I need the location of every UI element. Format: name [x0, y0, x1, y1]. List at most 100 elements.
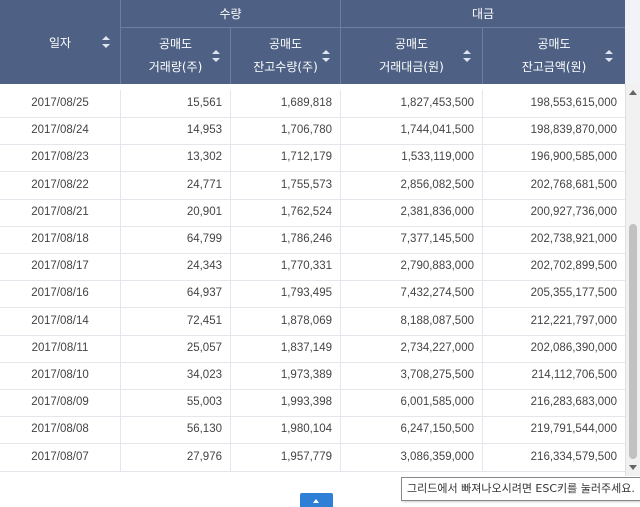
short-selling-grid[interactable]: 일자 수량 대금 공매도 거래량(주) 공매도 잔고수량(주) 공매도 거래대금…: [0, 0, 640, 476]
cell-balance-qty: 1,712,179: [231, 144, 341, 172]
scrollbar-thumb[interactable]: [629, 224, 637, 459]
column-group-amount: 대금: [341, 0, 625, 28]
keyboard-hint-tooltip: 그리드에서 빠져나오시려면 ESC키를 눌러주세요.: [401, 477, 640, 501]
sort-icon[interactable]: [322, 50, 330, 62]
sort-icon[interactable]: [605, 50, 613, 62]
column-header-balance-amount[interactable]: 공매도 잔고금액(원): [483, 28, 625, 84]
cell-balance-amount: 212,221,797,000: [530, 314, 617, 327]
table-row[interactable]: 2017/08/22 24,771 1,755,573 2,856,082,500 20…: [0, 171, 625, 200]
arrow-up-icon[interactable]: [629, 90, 637, 95]
cell-trade-amount: 6,001,585,000: [341, 389, 483, 417]
cell-trade-amount: 2,856,082,500: [341, 171, 483, 199]
cell-trade-amount: 3,086,359,000: [341, 443, 483, 471]
cell-trade-amount: 2,790,883,000: [341, 253, 483, 281]
cell-trade-volume: 25,057: [121, 334, 231, 362]
column-header-balance-qty[interactable]: 공매도 잔고수량(주): [231, 28, 341, 84]
table-row[interactable]: 2017/08/23 13,302 1,712,179 1,533,119,000 19…: [0, 144, 625, 173]
cell-balance-amount: 202,738,921,000: [530, 233, 617, 245]
cell-trade-amount: 8,188,087,500: [341, 307, 483, 335]
cell-balance-qty: 1,706,780: [231, 117, 341, 145]
cell-date: 2017/08/16: [0, 280, 121, 308]
table-row[interactable]: 2017/08/17 24,343 1,770,331 2,790,883,000 20…: [0, 253, 625, 282]
cell-balance-amount: 214,112,706,500: [531, 369, 617, 381]
header-scroll-corner: [625, 0, 640, 84]
cell-balance-amount: 216,283,683,000: [530, 396, 617, 409]
cell-balance-amount: 219,791,544,000: [530, 423, 617, 436]
column-group-volume: 수량: [121, 0, 341, 28]
cell-date: 2017/08/08: [0, 416, 121, 444]
cell-balance-qty: 1,980,104: [231, 416, 341, 444]
table-row[interactable]: 2017/08/16 64,937 1,793,495 7,432,274,500 20…: [0, 280, 625, 309]
cell-balance-qty: 1,837,149: [231, 334, 341, 362]
cell-balance-qty: 1,770,331: [231, 253, 341, 281]
cell-trade-amount: 1,533,119,000: [341, 144, 483, 172]
cell-date: 2017/08/09: [0, 389, 121, 417]
cell-balance-amount: 202,702,899,500: [530, 260, 617, 273]
table-row[interactable]: 2017/08/18 64,799 1,786,246 7,377,145,500 20…: [0, 226, 625, 254]
cell-date: 2017/08/14: [0, 307, 121, 335]
cell-balance-amount: 196,900,585,000: [530, 151, 617, 164]
table-row[interactable]: 2017/08/08 56,130 1,980,104 6,247,150,500 21…: [0, 416, 625, 445]
cell-date: 2017/08/07: [0, 443, 121, 471]
cell-balance-qty: 1,689,818: [231, 90, 341, 117]
sort-icon[interactable]: [463, 50, 471, 62]
sort-icon[interactable]: [212, 50, 220, 62]
cell-balance-qty: 1,793,495: [231, 280, 341, 308]
table-row[interactable]: 2017/08/09 55,003 1,993,398 6,001,585,000 21…: [0, 389, 625, 418]
cell-date: 2017/08/22: [0, 171, 121, 199]
table-row[interactable]: 2017/08/25 15,561 1,689,818 1,827,453,500 19…: [0, 90, 625, 118]
sort-icon[interactable]: [102, 36, 110, 48]
cell-balance-amount: 198,553,615,000: [530, 97, 617, 109]
table-row[interactable]: 2017/08/11 25,057 1,837,149 2,734,227,000 20…: [0, 334, 625, 363]
cell-trade-amount: 1,744,041,500: [341, 117, 483, 145]
cell-balance-amount: 202,086,390,000: [530, 341, 617, 354]
chevron-up-icon[interactable]: [300, 493, 333, 507]
column-header-date[interactable]: 일자: [0, 0, 121, 84]
cell-trade-amount: 7,377,145,500: [341, 226, 483, 253]
cell-balance-qty: 1,762,524: [231, 198, 341, 226]
amount-group-label: 대금: [471, 7, 495, 21]
column-header-trade-amount[interactable]: 공매도 거래대금(원): [341, 28, 483, 84]
cell-balance-amount: 198,839,870,000: [530, 124, 617, 137]
cell-trade-volume: 14,953: [121, 117, 231, 145]
cell-trade-volume: 24,343: [121, 253, 231, 281]
column-header-trade-volume[interactable]: 공매도 거래량(주): [121, 28, 231, 84]
grid-body[interactable]: 2017/08/25 15,561 1,689,818 1,827,453,500 19…: [0, 84, 625, 476]
header-line2: 잔고금액(원): [521, 60, 587, 74]
cell-trade-amount: 3,708,275,500: [341, 362, 483, 389]
cell-trade-volume: 13,302: [121, 144, 231, 172]
cell-balance-qty: 1,755,573: [231, 171, 341, 199]
cell-date: 2017/08/17: [0, 253, 121, 281]
cell-date: 2017/08/21: [0, 198, 121, 226]
header-line2: 잔고수량(주): [253, 60, 318, 74]
table-row[interactable]: 2017/08/07 27,976 1,957,779 3,086,359,000 21…: [0, 443, 625, 472]
cell-balance-qty: 1,957,779: [231, 443, 341, 471]
arrow-down-icon[interactable]: [629, 465, 637, 470]
cell-trade-volume: 15,561: [121, 90, 231, 117]
cell-trade-amount: 2,381,836,000: [341, 198, 483, 226]
header-line1: 공매도: [394, 37, 429, 51]
table-row[interactable]: 2017/08/14 72,451 1,878,069 8,188,087,500 21…: [0, 307, 625, 336]
cell-balance-amount: 200,927,736,000: [530, 205, 617, 218]
cell-balance-qty: 1,973,389: [231, 362, 341, 389]
table-row[interactable]: 2017/08/24 14,953 1,706,780 1,744,041,500 19…: [0, 117, 625, 146]
cell-balance-qty: 1,993,398: [231, 389, 341, 417]
header-line1: 공매도: [537, 37, 571, 51]
table-row[interactable]: 2017/08/10 34,023 1,973,389 3,708,275,500 21…: [0, 362, 625, 390]
cell-trade-amount: 2,734,227,000: [341, 334, 483, 362]
cell-trade-amount: 6,247,150,500: [341, 416, 483, 444]
header-line2: 거래대금(원): [379, 60, 444, 74]
cell-date: 2017/08/10: [0, 362, 121, 389]
cell-trade-volume: 64,937: [121, 280, 231, 308]
cell-balance-amount: 205,355,177,500: [530, 287, 617, 300]
header-line2: 거래량(주): [148, 60, 203, 74]
table-row[interactable]: 2017/08/21 20,901 1,762,524 2,381,836,000 20…: [0, 198, 625, 227]
cell-trade-amount: 1,827,453,500: [341, 90, 483, 117]
vertical-scrollbar[interactable]: [625, 84, 640, 476]
cell-trade-volume: 64,799: [121, 226, 231, 253]
cell-trade-volume: 24,771: [121, 171, 231, 199]
cell-balance-amount: 216,334,579,500: [530, 450, 617, 463]
cell-balance-amount: 202,768,681,500: [530, 178, 617, 191]
cell-date: 2017/08/18: [0, 226, 121, 253]
cell-trade-volume: 56,130: [121, 416, 231, 444]
